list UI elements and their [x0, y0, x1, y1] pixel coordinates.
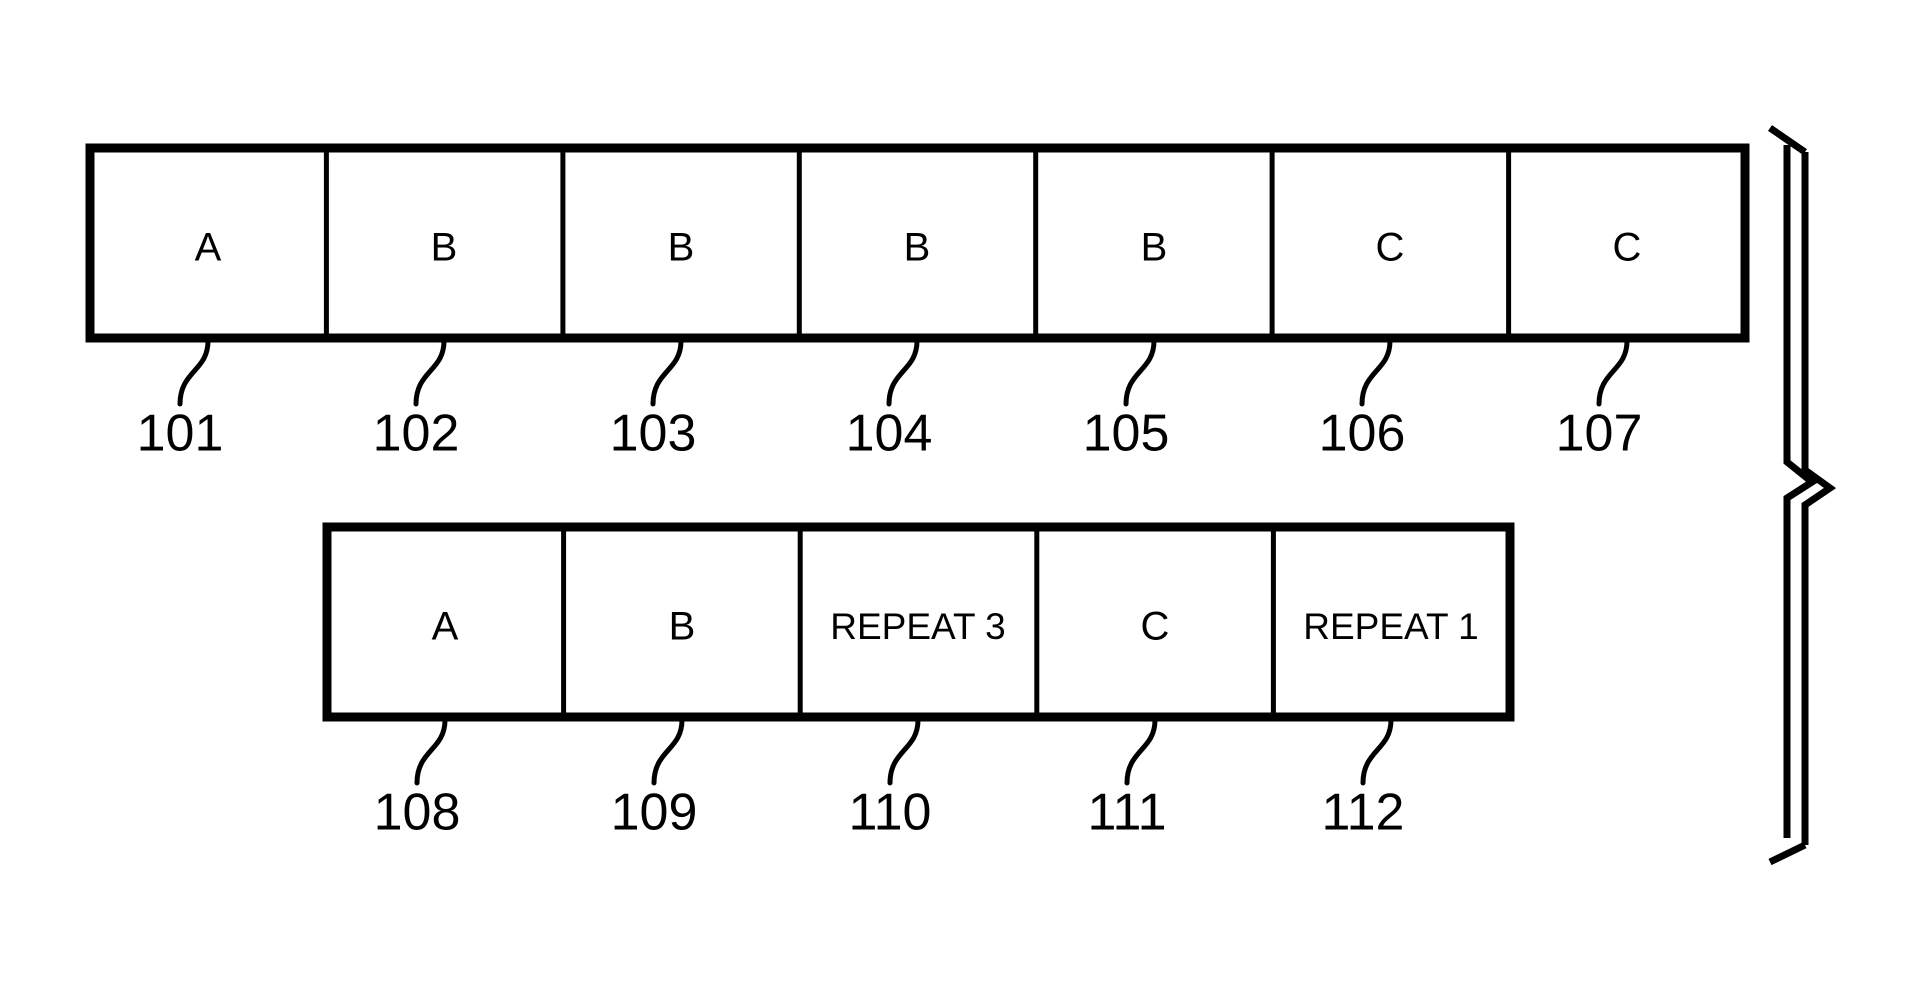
page-break-bracket-icon: [1768, 125, 1837, 866]
row-compressed-sequence: A B REPEAT 3 C REPEAT 1 108 109 110 111 …: [322, 522, 1515, 842]
top-row-cell-label-2: B: [431, 226, 458, 270]
top-row-ref-102: 102: [373, 405, 460, 463]
figure-canvas: A B B B B C C 101 102 103 104 105 106 10…: [0, 0, 1923, 990]
bottom-row-ref-112: 112: [1322, 784, 1405, 842]
top-row-ref-103: 103: [610, 405, 697, 463]
top-row-leader-5: [1123, 338, 1157, 407]
bottom-row-ref-110: 110: [849, 784, 932, 842]
top-row-cell-label-1: A: [195, 226, 222, 270]
top-row-cell-label-3: B: [668, 226, 695, 270]
top-row-cell-label-7: C: [1613, 226, 1642, 270]
diagram-svg: A B B B B C C 101 102 103 104 105 106 10…: [85, 125, 1837, 866]
top-row-leader-6: [1359, 338, 1393, 407]
top-row-cell-label-5: B: [1141, 226, 1168, 270]
top-row-leader-1: [177, 338, 211, 407]
bottom-row-cell-label-3: REPEAT 3: [830, 606, 1005, 647]
top-row-ref-101: 101: [137, 405, 224, 463]
bottom-row-leader-2: [651, 717, 685, 786]
top-row-ref-107: 107: [1556, 405, 1643, 463]
bottom-row-cell-label-1: A: [432, 605, 459, 649]
top-row-ref-105: 105: [1083, 405, 1170, 463]
bottom-row-ref-111: 111: [1087, 784, 1166, 842]
bottom-row-ref-108: 108: [374, 784, 461, 842]
top-row-cell-label-6: C: [1376, 226, 1405, 270]
break-stroke-right: [1801, 152, 1837, 845]
top-row-leader-4: [886, 338, 920, 407]
top-row-cell-label-4: B: [904, 226, 931, 270]
top-row-ref-106: 106: [1319, 405, 1406, 463]
bottom-row-leader-1: [414, 717, 448, 786]
bottom-row-ref-109: 109: [611, 784, 698, 842]
row-uncompressed-sequence: A B B B B C C 101 102 103 104 105 106 10…: [85, 143, 1750, 463]
bottom-row-cell-label-5: REPEAT 1: [1303, 606, 1478, 647]
top-row-leader-2: [413, 338, 447, 407]
top-row-leader-7: [1596, 338, 1630, 407]
break-tip-bottom: [1768, 841, 1807, 866]
bottom-row-leader-4: [1124, 717, 1158, 786]
bottom-row-leader-3: [887, 717, 921, 786]
bottom-row-cell-label-4: C: [1141, 605, 1170, 649]
bottom-row-leader-5: [1360, 717, 1394, 786]
bottom-row-cell-label-2: B: [669, 605, 696, 649]
top-row-leader-3: [650, 338, 684, 407]
top-row-ref-104: 104: [846, 405, 933, 463]
